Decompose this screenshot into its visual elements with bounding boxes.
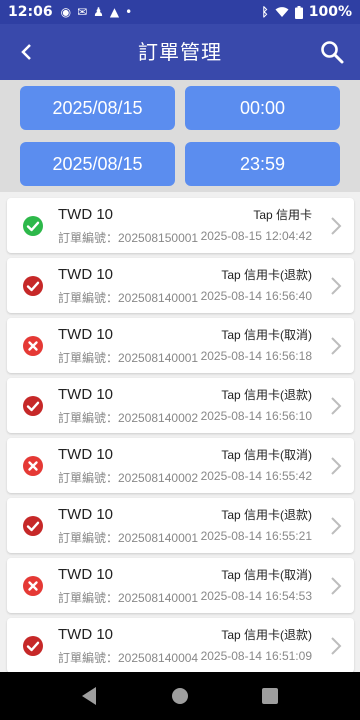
search-icon: [321, 41, 344, 64]
payment-method: Tap 信用卡(取消): [221, 328, 312, 342]
check-circle-icon: [23, 216, 43, 236]
order-row[interactable]: TWD 10 Tap 信用卡(退款) 訂單編號：202508140004 202…: [7, 618, 354, 672]
order-datetime: 2025-08-14 16:56:18: [200, 349, 312, 363]
order-row[interactable]: TWD 10 Tap 信用卡(退款) 訂單編號：202508140002 202…: [7, 378, 354, 433]
wifi-icon: [275, 7, 289, 17]
order-row[interactable]: TWD 10 Tap 信用卡(退款) 訂單編號：202508140001 202…: [7, 498, 354, 553]
back-arrow-icon: [21, 44, 31, 60]
order-datetime: 2025-08-14 16:56:40: [200, 289, 312, 303]
bluetooth-icon: ᛒ: [261, 5, 269, 19]
payment-method: Tap 信用卡(退款): [221, 388, 312, 402]
check-circle-icon: [23, 276, 43, 296]
chevron-right-icon: [331, 637, 342, 655]
order-row[interactable]: TWD 10 Tap 信用卡(退款) 訂單編號：202508140001 202…: [7, 258, 354, 313]
order-amount: TWD 10: [58, 446, 114, 463]
order-datetime: 2025-08-14 16:56:10: [200, 409, 312, 423]
x-circle-icon: [23, 576, 43, 596]
payment-method: Tap 信用卡(取消): [221, 568, 312, 582]
nav-back-icon[interactable]: [80, 686, 98, 706]
battery-percent: 100%: [308, 4, 352, 20]
order-amount: TWD 10: [58, 506, 114, 523]
order-datetime: 2025-08-14 16:54:53: [200, 589, 312, 603]
order-datetime: 2025-08-14 16:55:21: [200, 529, 312, 543]
back-button[interactable]: [6, 32, 46, 72]
chevron-right-icon: [331, 397, 342, 415]
order-number: 訂單編號：202508140002: [58, 471, 199, 485]
order-row[interactable]: TWD 10 Tap 信用卡(取消) 訂單編號：202508140002 202…: [7, 438, 354, 493]
x-circle-icon: [23, 336, 43, 356]
gmail-icon: ✉: [77, 5, 88, 19]
order-number: 訂單編號：202508140004: [58, 651, 199, 665]
payment-method: Tap 信用卡(退款): [221, 628, 312, 642]
start-date-button[interactable]: 2025/08/15: [20, 86, 175, 130]
order-number: 訂單編號：202508150001: [58, 231, 199, 245]
app-bar: 訂單管理: [0, 24, 360, 80]
order-row[interactable]: TWD 10 Tap 信用卡 訂單編號：202508150001 2025-08…: [7, 198, 354, 253]
order-number: 訂單編號：202508140001: [58, 291, 199, 305]
order-amount: TWD 10: [58, 206, 114, 223]
nav-home-icon[interactable]: [171, 687, 189, 705]
order-datetime: 2025-08-15 12:04:42: [200, 229, 312, 243]
order-datetime: 2025-08-14 16:55:42: [200, 469, 312, 483]
order-number: 訂單編號：202508140002: [58, 411, 199, 425]
nav-recents-icon[interactable]: [262, 688, 278, 704]
order-datetime: 2025-08-14 16:51:09: [200, 649, 312, 663]
check-circle-icon: [23, 636, 43, 656]
payment-method: Tap 信用卡: [253, 208, 312, 222]
page-title: 訂單管理: [138, 40, 222, 64]
payment-method: Tap 信用卡(退款): [221, 268, 312, 282]
more-notifications-icon: •: [125, 5, 133, 19]
payment-method: Tap 信用卡(取消): [221, 448, 312, 462]
start-time-button[interactable]: 00:00: [185, 86, 340, 130]
status-bar: 12:06 ◉ ✉ ♟ ▲ • ᛒ 100%: [0, 0, 360, 24]
end-date-button[interactable]: 2025/08/15: [20, 142, 175, 186]
chevron-right-icon: [331, 517, 342, 535]
payment-method: Tap 信用卡(退款): [221, 508, 312, 522]
order-number: 訂單編號：202508140001: [58, 591, 199, 605]
order-amount: TWD 10: [58, 326, 114, 343]
order-row[interactable]: TWD 10 Tap 信用卡(取消) 訂單編號：202508140001 202…: [7, 558, 354, 613]
battery-icon: [294, 5, 303, 19]
search-button[interactable]: [312, 32, 352, 72]
check-circle-icon: [23, 396, 43, 416]
check-circle-icon: [23, 516, 43, 536]
chevron-right-icon: [331, 217, 342, 235]
chevron-right-icon: [331, 337, 342, 355]
system-nav-bar: [0, 672, 360, 720]
chevron-right-icon: [331, 457, 342, 475]
notification-p-icon: ◉: [60, 5, 72, 19]
status-time: 12:06: [8, 4, 53, 20]
order-number: 訂單編號：202508140001: [58, 531, 199, 545]
order-amount: TWD 10: [58, 626, 114, 643]
chevron-right-icon: [331, 577, 342, 595]
order-amount: TWD 10: [58, 566, 114, 583]
end-time-button[interactable]: 23:59: [185, 142, 340, 186]
order-list[interactable]: TWD 10 Tap 信用卡 訂單編號：202508150001 2025-08…: [0, 192, 360, 672]
person-icon: ♟: [93, 5, 104, 19]
order-number: 訂單編號：202508140001: [58, 351, 199, 365]
order-amount: TWD 10: [58, 266, 114, 283]
date-filter: 2025/08/15 00:00 2025/08/15 23:59: [0, 80, 360, 192]
order-amount: TWD 10: [58, 386, 114, 403]
x-circle-icon: [23, 456, 43, 476]
android-icon: ▲: [109, 5, 120, 19]
order-row[interactable]: TWD 10 Tap 信用卡(取消) 訂單編號：202508140001 202…: [7, 318, 354, 373]
chevron-right-icon: [331, 277, 342, 295]
